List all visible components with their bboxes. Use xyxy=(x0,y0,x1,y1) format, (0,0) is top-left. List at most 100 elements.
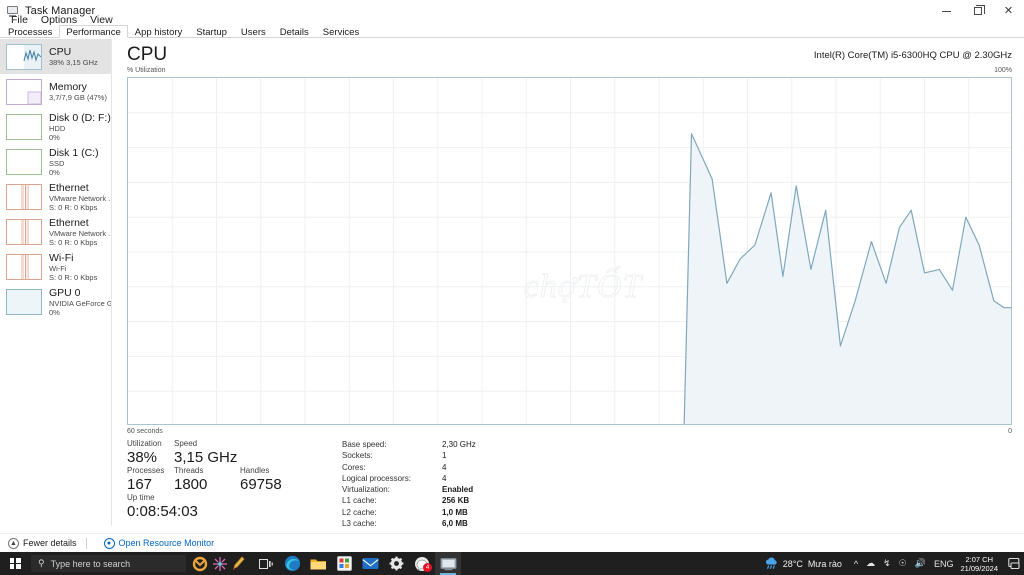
paintbrush-icon xyxy=(233,556,245,570)
task-manager-taskbar-icon xyxy=(440,557,456,570)
sidebar-item-info: Memory 3,7/7,9 GB (47%) xyxy=(49,81,107,102)
sidebar-item-label: Memory xyxy=(49,81,87,93)
weather-widget[interactable]: 28°C Mưa rào xyxy=(764,557,842,570)
sidebar-item-wi-fi[interactable]: Wi-Fi Wi-Fi S: 0 R: 0 Kbps xyxy=(0,249,111,284)
clock-time: 2:07 CH xyxy=(965,554,993,564)
tab-startup[interactable]: Startup xyxy=(189,25,234,38)
chevron-up-icon: ▲ xyxy=(8,537,19,549)
sidebar-item-label: Ethernet xyxy=(49,181,89,194)
detail-row: Base speed: 2,30 GHz xyxy=(342,439,572,450)
sidebar-item-sub1: VMware Network ... xyxy=(49,193,111,203)
sidebar-item-sub2: S: 0 R: 0 Kbps xyxy=(49,237,98,247)
sidebar-item-info: Disk 1 (C:) SSD 0% xyxy=(49,147,99,177)
sidebar-item-gpu-0[interactable]: GPU 0NVIDIA GeForce G...0% xyxy=(0,284,111,319)
edge-button[interactable] xyxy=(279,552,305,575)
axis-zero-label: 0 xyxy=(1008,428,1012,435)
fewer-details-button[interactable]: ▲ Fewer details xyxy=(8,537,77,549)
sidebar-item-memory[interactable]: Memory 3,7/7,9 GB (47%) xyxy=(0,74,111,109)
minimize-button[interactable] xyxy=(931,0,962,22)
tab-strip: Processes Performance App history Startu… xyxy=(0,25,1024,38)
maximize-button[interactable] xyxy=(962,0,993,22)
sidebar-item-info: Disk 0 (D: F:) HDD 0% xyxy=(49,112,111,142)
stat-uptime-label: Up time xyxy=(127,493,155,502)
task-manager-taskbar-button[interactable] xyxy=(435,552,461,575)
settings-button[interactable] xyxy=(383,552,409,575)
sidebar-item-label: CPU xyxy=(49,46,72,58)
notification-center-button[interactable] xyxy=(1004,552,1024,575)
network-icon[interactable]: ↯ xyxy=(883,558,891,569)
sidebar-item-sub1: Wi-Fi xyxy=(49,263,67,273)
resource-monitor-label: Open Resource Monitor xyxy=(118,538,215,548)
tab-app-history[interactable]: App history xyxy=(128,25,190,38)
windows-taskbar: ⚲ Type here to search 4 28°C Mưa rào ^ ☁… xyxy=(0,552,1024,575)
language-indicator[interactable]: ENG xyxy=(934,559,954,569)
resource-sidebar: CPU 38% 3,15 GHz Memory 3,7/7,9 GB (47%) Dis… xyxy=(0,39,112,526)
detail-row: Sockets: 1 xyxy=(342,450,572,461)
stat-speed-label: Speed xyxy=(174,439,198,448)
sidebar-item-info: Wi-Fi Wi-Fi S: 0 R: 0 Kbps xyxy=(49,252,97,282)
file-explorer-button[interactable] xyxy=(305,552,331,575)
sidebar-item-sub2: 0% xyxy=(49,132,60,142)
detail-row: L3 cache: 6,0 MB xyxy=(342,518,572,529)
search-input[interactable]: ⚲ Type here to search xyxy=(31,555,186,572)
stat-speed: Speed 3,15 GHz xyxy=(174,439,237,466)
search-placeholder: Type here to search xyxy=(50,558,131,569)
onedrive-icon[interactable]: ☁ xyxy=(866,558,875,569)
sidebar-item-label: Ethernet xyxy=(49,216,89,229)
sidebar-thumbnail-cpu xyxy=(6,43,42,70)
sidebar-item-info: CPU 38% 3,15 GHz xyxy=(49,46,98,67)
sidebar-item-sub1: SSD xyxy=(49,158,65,168)
chat-button[interactable]: 4 xyxy=(409,552,435,575)
sidebar-item-sub1: HDD xyxy=(49,123,66,133)
detail-row: Cores: 4 xyxy=(342,462,572,473)
detail-value: 6,0 MB xyxy=(442,519,468,529)
sidebar-item-disk-0-d-f[interactable]: Disk 0 (D: F:) HDD 0% xyxy=(0,109,111,144)
mail-button[interactable] xyxy=(357,552,383,575)
clock-date: 21/09/2024 xyxy=(960,563,998,573)
clock[interactable]: 2:07 CH 21/09/2024 xyxy=(960,555,998,573)
volume-icon[interactable]: 🔊 xyxy=(915,558,926,569)
taskbar-apps: 4 xyxy=(253,552,461,575)
stat-handles: Handles 69758 xyxy=(240,466,282,493)
page-title: CPU xyxy=(127,44,168,65)
show-hidden-icons-chevron[interactable]: ^ xyxy=(854,559,858,569)
resource-monitor-icon: ● xyxy=(103,537,115,549)
stat-uptime: Up time 0:08:54:03 xyxy=(127,493,198,520)
cpu-stats: Utilization 38% Speed 3,15 GHz Processes… xyxy=(127,439,1007,528)
sidebar-thumbnail-net xyxy=(6,183,42,210)
mail-icon xyxy=(362,558,378,569)
detail-row: L1 cache: 256 KB xyxy=(342,495,572,506)
detail-value: Enabled xyxy=(442,485,474,495)
start-button[interactable] xyxy=(0,552,30,575)
stat-processes-label: Processes xyxy=(127,466,165,475)
task-view-button[interactable] xyxy=(253,552,279,575)
tab-services[interactable]: Services xyxy=(316,25,366,38)
sidebar-item-sub1: 3,7/7,9 GB (47%) xyxy=(49,93,107,102)
edge-icon xyxy=(284,555,300,572)
microsoft-store-button[interactable] xyxy=(331,552,357,575)
detail-label: Logical processors: xyxy=(342,473,411,483)
sidebar-item-ethernet[interactable]: Ethernet VMware Network ... S: 0 R: 0 Kbps xyxy=(0,179,111,214)
detail-value: 4 xyxy=(442,462,447,472)
sidebar-item-disk-1-c[interactable]: Disk 1 (C:) SSD 0% xyxy=(0,144,111,179)
tab-users[interactable]: Users xyxy=(234,25,273,38)
tab-performance[interactable]: Performance xyxy=(59,25,128,38)
taskbar-decorations xyxy=(192,555,245,573)
sidebar-item-sub2: 0% xyxy=(49,307,60,317)
bluetooth-icon[interactable]: ☉ xyxy=(899,558,907,569)
tab-processes[interactable]: Processes xyxy=(1,25,59,38)
tab-details[interactable]: Details xyxy=(273,25,316,38)
open-resource-monitor-link[interactable]: ● Open Resource Monitor xyxy=(103,537,215,549)
task-view-icon xyxy=(259,558,273,569)
detail-label: Cores: xyxy=(342,462,366,472)
sidebar-thumbnail-gpu xyxy=(6,288,42,315)
title-bar: Task Manager ✕ xyxy=(0,0,1024,22)
close-button[interactable]: ✕ xyxy=(993,0,1024,22)
windows-logo-icon xyxy=(9,558,21,569)
sidebar-thumbnail-disk xyxy=(6,148,42,175)
detail-label: Sockets: xyxy=(342,451,373,461)
sidebar-item-ethernet[interactable]: Ethernet VMware Network ... S: 0 R: 0 Kbps xyxy=(0,214,111,249)
sidebar-item-cpu[interactable]: CPU 38% 3,15 GHz xyxy=(0,39,111,74)
stat-processes-value: 167 xyxy=(127,476,153,493)
sidebar-item-label: Disk 1 (C:) xyxy=(49,146,99,159)
